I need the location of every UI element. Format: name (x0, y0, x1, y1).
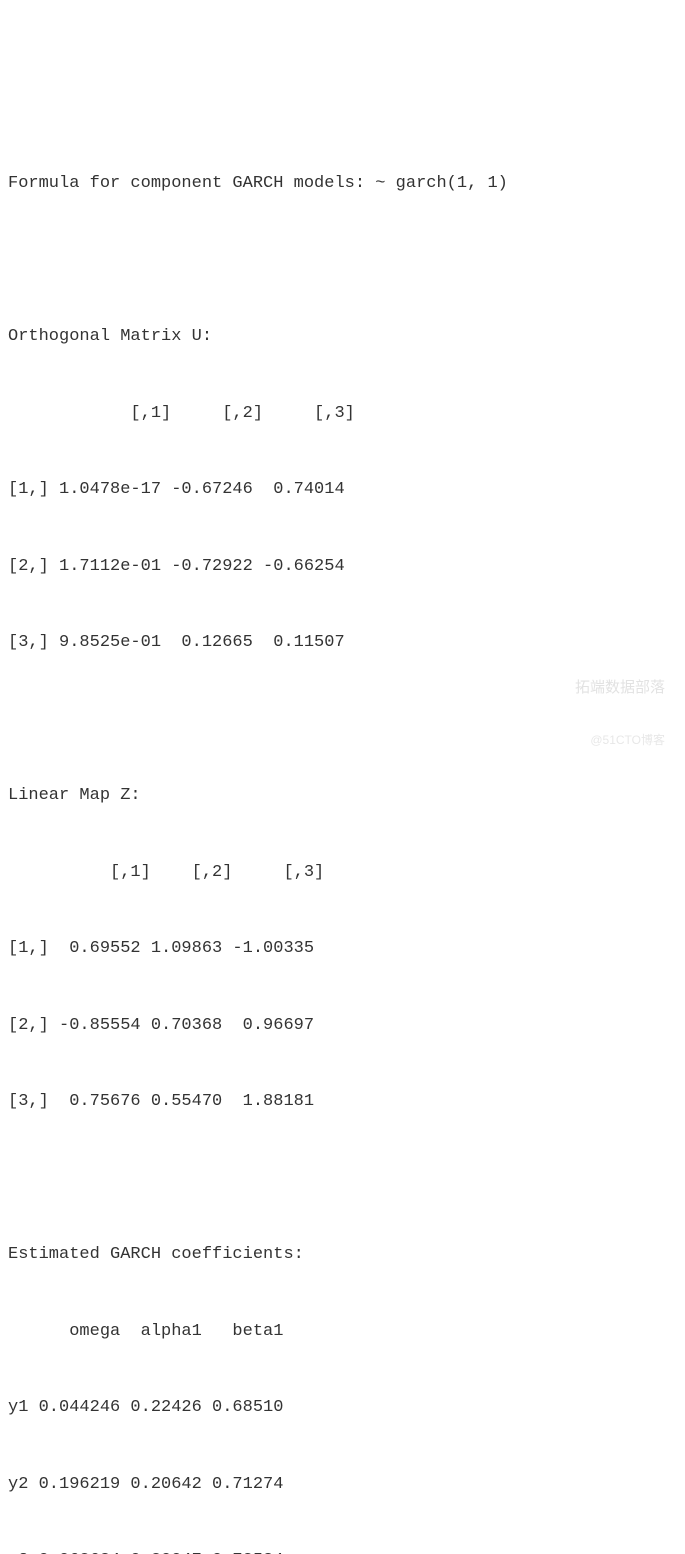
garch-header: omega alpha1 beta1 (8, 1313, 677, 1351)
matrix-u-row: [1,] 1.0478e-17 -0.67246 0.74014 (8, 471, 677, 509)
matrix-z-row: [3,] 0.75676 0.55470 1.88181 (8, 1083, 677, 1121)
blank-line (8, 701, 677, 739)
matrix-z-row: [1,] 0.69552 1.09863 -1.00335 (8, 930, 677, 968)
matrix-u-title: Orthogonal Matrix U: (8, 318, 677, 356)
matrix-z-row: [2,] -0.85554 0.70368 0.96697 (8, 1007, 677, 1045)
blank-line (8, 1160, 677, 1198)
matrix-z-header: [,1] [,2] [,3] (8, 854, 677, 892)
formula-line: Formula for component GARCH models: ~ ga… (8, 165, 677, 203)
garch-row: y1 0.044246 0.22426 0.68510 (8, 1389, 677, 1427)
garch-row: y2 0.196219 0.20642 0.71274 (8, 1466, 677, 1504)
blank-line (8, 242, 677, 280)
watermark-main: 拓端数据部落 (575, 679, 665, 697)
matrix-z-title: Linear Map Z: (8, 777, 677, 815)
matrix-u-header: [,1] [,2] [,3] (8, 395, 677, 433)
matrix-u-row: [3,] 9.8525e-01 0.12665 0.11507 (8, 624, 677, 662)
matrix-u-row: [2,] 1.7112e-01 -0.72922 -0.66254 (8, 548, 677, 586)
garch-title: Estimated GARCH coefficients: (8, 1236, 677, 1274)
garch-row: y3 0.062684 0.20047 0.72584 (8, 1542, 677, 1554)
